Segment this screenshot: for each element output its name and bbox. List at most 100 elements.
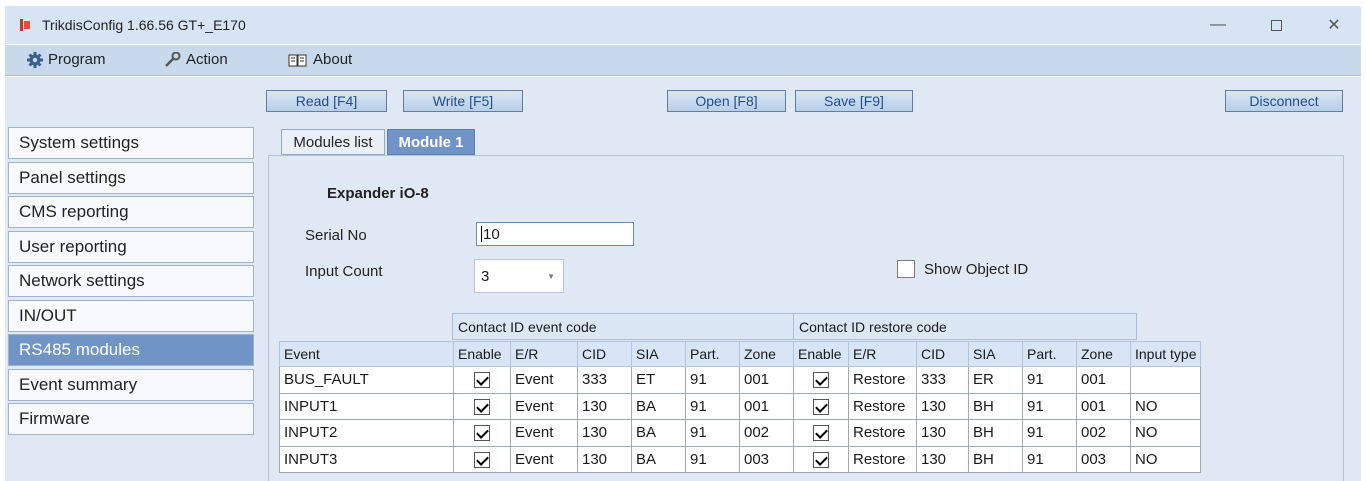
checked-checkbox-icon[interactable] [813,372,829,389]
restore-sia-cell[interactable]: BH [968,392,1023,420]
event-part-cell[interactable]: 91 [685,419,740,447]
column-header[interactable]: E/R [848,341,917,367]
sidebar-item-firmware[interactable]: Firmware [8,403,254,435]
event-zone-cell[interactable]: 002 [739,419,794,447]
event-part-cell[interactable]: 91 [685,445,740,473]
restore-enable-cell[interactable] [793,419,849,447]
restore-sia-cell[interactable]: ER [968,366,1023,394]
close-button[interactable]: ✕ [1314,12,1354,38]
column-header[interactable]: Part. [1022,341,1077,367]
event-cid-cell[interactable]: 130 [577,445,632,473]
input-type-cell[interactable]: NO [1130,445,1201,473]
restore-enable-cell[interactable] [793,366,849,394]
event-enable-cell[interactable] [453,419,511,447]
checked-checkbox-icon[interactable] [813,398,829,415]
tab-module-1[interactable]: Module 1 [387,129,475,155]
event-cid-cell[interactable]: 333 [577,366,632,394]
input-count-select[interactable]: 3 ▼ [474,259,564,293]
event-er-cell[interactable]: Event [510,419,578,447]
column-header[interactable]: Event [279,341,454,367]
sidebar-item-rs485-modules[interactable]: RS485 modules [8,334,254,366]
sidebar-item-panel-settings[interactable]: Panel settings [8,161,254,194]
restore-zone-cell[interactable]: 001 [1076,366,1131,394]
column-header[interactable]: Input type [1130,341,1201,367]
restore-cid-cell[interactable]: 130 [916,392,969,420]
restore-part-cell[interactable]: 91 [1022,445,1077,473]
maximize-button[interactable] [1256,12,1296,38]
column-header[interactable]: CID [577,341,632,367]
event-enable-cell[interactable] [453,445,511,473]
column-header[interactable]: E/R [510,341,578,367]
column-header[interactable]: SIA [631,341,686,367]
restore-sia-cell[interactable]: BH [968,445,1023,473]
column-header[interactable]: CID [916,341,969,367]
checked-checkbox-icon[interactable] [474,451,490,468]
menu-action-label: Action [186,51,228,68]
restore-part-cell[interactable]: 91 [1022,366,1077,394]
column-header[interactable]: Zone [1076,341,1131,367]
menu-action[interactable]: Action [163,51,228,68]
event-zone-cell[interactable]: 001 [739,366,794,394]
sidebar-item-system-settings[interactable]: System settings [8,127,254,159]
restore-part-cell[interactable]: 91 [1022,419,1077,447]
serial-input[interactable]: 10 [476,222,634,246]
read-button[interactable]: Read [F4] [266,90,387,112]
event-cid-cell[interactable]: 130 [577,419,632,447]
event-er-cell[interactable]: Event [510,366,578,394]
checked-checkbox-icon[interactable] [813,451,829,468]
event-zone-cell[interactable]: 001 [739,392,794,420]
input-type-cell[interactable] [1130,366,1201,394]
restore-er-cell[interactable]: Restore [848,392,917,420]
save-button[interactable]: Save [F9] [795,90,913,112]
event-er-cell[interactable]: Event [510,392,578,420]
restore-er-cell[interactable]: Restore [848,419,917,447]
restore-er-cell[interactable]: Restore [848,366,917,394]
disconnect-button[interactable]: Disconnect [1225,90,1343,112]
restore-enable-cell[interactable] [793,392,849,420]
event-enable-cell[interactable] [453,366,511,394]
restore-zone-cell[interactable]: 002 [1076,419,1131,447]
restore-part-cell[interactable]: 91 [1022,392,1077,420]
restore-cid-cell[interactable]: 130 [916,419,969,447]
checked-checkbox-icon[interactable] [474,425,490,442]
sidebar-item-network-settings[interactable]: Network settings [8,265,254,297]
checked-checkbox-icon[interactable] [474,372,490,389]
tab-modules-list[interactable]: Modules list [281,129,385,155]
column-header[interactable]: Enable [453,341,511,367]
column-header[interactable]: SIA [968,341,1023,367]
event-er-cell[interactable]: Event [510,445,578,473]
event-cid-cell[interactable]: 130 [577,392,632,420]
event-sia-cell[interactable]: BA [631,392,686,420]
event-zone-cell[interactable]: 003 [739,445,794,473]
event-part-cell[interactable]: 91 [685,366,740,394]
sidebar-item-event-summary[interactable]: Event summary [8,368,254,401]
restore-enable-cell[interactable] [793,445,849,473]
event-sia-cell[interactable]: ET [631,366,686,394]
restore-zone-cell[interactable]: 003 [1076,445,1131,473]
checked-checkbox-icon[interactable] [813,425,829,442]
restore-cid-cell[interactable]: 333 [916,366,969,394]
open-button[interactable]: Open [F8] [667,90,786,112]
sidebar-item-user-reporting[interactable]: User reporting [8,230,254,263]
event-part-cell[interactable]: 91 [685,392,740,420]
input-type-cell[interactable]: NO [1130,392,1201,420]
checked-checkbox-icon[interactable] [474,398,490,415]
event-sia-cell[interactable]: BA [631,419,686,447]
input-type-cell[interactable]: NO [1130,419,1201,447]
event-sia-cell[interactable]: BA [631,445,686,473]
sidebar-item-in-out[interactable]: IN/OUT [8,299,254,332]
menu-program[interactable]: Program [27,51,106,68]
write-button[interactable]: Write [F5] [403,90,523,112]
restore-cid-cell[interactable]: 130 [916,445,969,473]
restore-er-cell[interactable]: Restore [848,445,917,473]
restore-sia-cell[interactable]: BH [968,419,1023,447]
event-enable-cell[interactable] [453,392,511,420]
show-object-id-checkbox[interactable] [897,260,915,278]
minimize-button[interactable]: — [1198,12,1238,38]
column-header[interactable]: Part. [685,341,740,367]
sidebar-item-cms-reporting[interactable]: CMS reporting [8,196,254,228]
column-header[interactable]: Enable [793,341,849,367]
column-header[interactable]: Zone [739,341,794,367]
menu-about[interactable]: About [288,51,352,68]
restore-zone-cell[interactable]: 001 [1076,392,1131,420]
